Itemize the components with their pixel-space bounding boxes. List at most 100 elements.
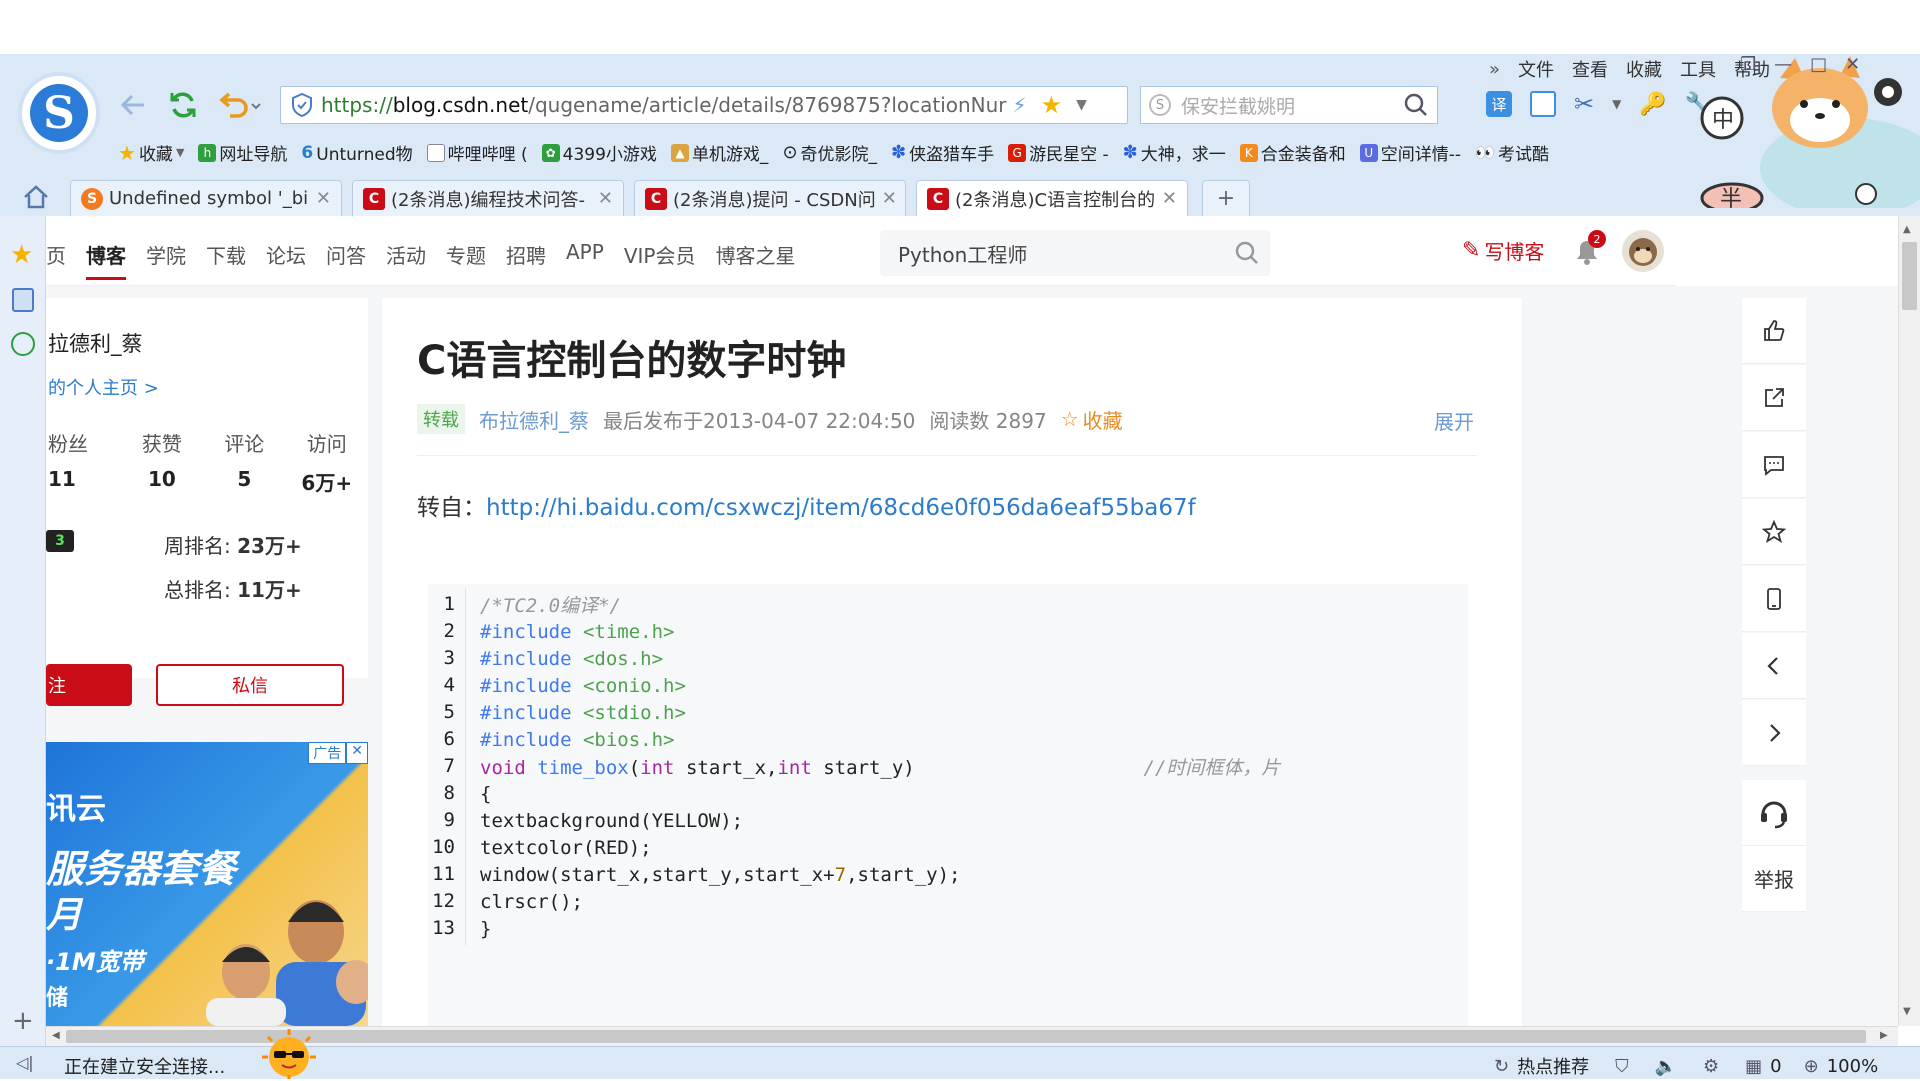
search-icon[interactable] xyxy=(1403,92,1429,118)
address-bar[interactable]: https://blog.csdn.net/qugename/article/d… xyxy=(280,86,1128,124)
bookmark-item[interactable]: ⊙ 奇优影院_ xyxy=(782,140,877,165)
menu-more-icon[interactable]: » xyxy=(1489,59,1500,80)
search-box[interactable]: S 保安拦截姚明 xyxy=(1140,86,1438,124)
menu-favorites[interactable]: 收藏 xyxy=(1626,56,1662,82)
source-url-link[interactable]: http://hi.baidu.com/csxwczj/item/68cd6e0… xyxy=(486,495,1196,521)
bookmark-item[interactable]: U 空间详情-- xyxy=(1359,140,1461,165)
restore-icon[interactable]: ❐ xyxy=(1740,54,1756,75)
nav-vip[interactable]: VIP会员 xyxy=(624,240,696,280)
vertical-scroll-thumb[interactable] xyxy=(1902,242,1917,310)
stat-likes[interactable]: 获赞 10 xyxy=(121,428,203,496)
nav-qa[interactable]: 问答 xyxy=(326,240,366,280)
maximize-icon[interactable]: □ xyxy=(1810,54,1827,75)
scroll-right-icon[interactable]: ▶ xyxy=(1880,1030,1888,1041)
url-dropdown-icon[interactable]: ▼ xyxy=(1076,97,1087,113)
zoom-icon[interactable]: ⊕ xyxy=(1804,1056,1819,1077)
close-window-icon[interactable]: ✕ xyxy=(1845,54,1860,75)
shield-status-icon[interactable]: ⛉ xyxy=(1615,1056,1629,1077)
security-shield-icon[interactable] xyxy=(289,92,315,118)
prev-article-button[interactable] xyxy=(1742,633,1806,699)
follow-button[interactable]: 注 xyxy=(46,664,132,706)
menu-file[interactable]: 文件 xyxy=(1518,56,1554,82)
reader-sidebar-icon[interactable] xyxy=(12,288,34,312)
bookmark-item[interactable]: h 网址导航 xyxy=(198,140,287,165)
history-clock-icon[interactable] xyxy=(11,332,35,356)
notification-button[interactable]: 2 xyxy=(1574,230,1606,266)
scissors-dropdown-icon[interactable]: ▼ xyxy=(1612,97,1621,111)
nav-forum[interactable]: 论坛 xyxy=(266,240,306,280)
nav-edu[interactable]: 学院 xyxy=(146,240,186,280)
comment-button[interactable] xyxy=(1742,432,1806,498)
message-button[interactable]: 私信 xyxy=(156,664,344,706)
menu-view[interactable]: 查看 xyxy=(1572,56,1608,82)
screenshot-icon[interactable] xyxy=(1530,91,1556,117)
expand-link[interactable]: 展开 xyxy=(1434,406,1474,435)
nav-blog[interactable]: 博客 xyxy=(86,240,126,280)
back-button[interactable] xyxy=(116,88,150,122)
translate-icon[interactable]: 译 xyxy=(1486,91,1512,117)
stat-comments[interactable]: 评论 5 xyxy=(203,428,285,496)
scroll-left-icon[interactable]: ◀ xyxy=(52,1030,60,1041)
lightning-icon[interactable]: ⚡ xyxy=(1013,93,1027,117)
vertical-scrollbar[interactable]: ▲ ▼ xyxy=(1898,216,1920,1026)
bookmark-item[interactable]: 6 Unturned物 xyxy=(301,140,412,166)
next-article-button[interactable] xyxy=(1742,700,1806,766)
minimize-icon[interactable]: — xyxy=(1774,54,1792,75)
author-name[interactable]: 拉德利_蔡 xyxy=(48,328,143,358)
nav-blog-star[interactable]: 博客之星 xyxy=(715,240,795,280)
stat-visits[interactable]: 访问 6万+ xyxy=(286,428,368,496)
bookmark-item[interactable]: ✽ 大神，求一 xyxy=(1123,140,1226,165)
close-icon[interactable]: ✕ xyxy=(876,188,897,209)
search-icon[interactable] xyxy=(1234,240,1260,266)
close-icon[interactable]: ✕ xyxy=(592,188,613,209)
avatar[interactable] xyxy=(1622,230,1664,272)
volume-icon[interactable]: 🔈 xyxy=(1655,1056,1677,1077)
favorites-sidebar-icon[interactable]: ★ xyxy=(10,240,33,270)
bookmark-item[interactable]: G 游民星空 - xyxy=(1008,140,1109,165)
tab-csdn-ask[interactable]: C (2条消息)提问 - CSDN问 ✕ xyxy=(634,180,906,216)
bookmark-item[interactable]: 👀 考试酷 xyxy=(1475,140,1549,165)
nav-download[interactable]: 下载 xyxy=(206,240,246,280)
scroll-down-icon[interactable]: ▼ xyxy=(1903,1006,1911,1017)
write-blog-button[interactable]: ✎ 写博客 xyxy=(1462,236,1544,265)
hot-recommend[interactable]: 热点推荐 xyxy=(1517,1053,1589,1079)
collect-button[interactable] xyxy=(1742,499,1806,565)
csdn-search-input[interactable]: Python工程师 xyxy=(880,230,1270,276)
zoom-level[interactable]: 100% xyxy=(1827,1056,1878,1077)
article-author-link[interactable]: 布拉德利_蔡 xyxy=(479,405,589,434)
nav-home[interactable]: 页 xyxy=(46,240,66,280)
like-button[interactable] xyxy=(1742,298,1806,364)
nav-app[interactable]: APP xyxy=(566,240,604,280)
sun-sunglasses-icon[interactable] xyxy=(254,1027,324,1081)
refresh-hot-icon[interactable]: ↻ xyxy=(1494,1056,1509,1077)
bookmark-item[interactable]: ✿ 4399小游戏 xyxy=(541,140,657,165)
nav-topics[interactable]: 专题 xyxy=(446,240,486,280)
scissors-icon[interactable]: ✂ xyxy=(1574,90,1594,118)
tab-csdn-article[interactable]: C (2条消息)C语言控制台的 ✕ xyxy=(916,180,1188,216)
author-home-link[interactable]: 的个人主页 > xyxy=(48,374,159,400)
sidebar-toggle-icon[interactable]: ◁| xyxy=(16,1053,34,1072)
ad-close-icon[interactable]: ✕ xyxy=(346,742,368,764)
extension-icon[interactable]: ⚙ xyxy=(1703,1056,1719,1077)
refresh-button[interactable] xyxy=(166,88,200,122)
tab-csdn-qa[interactable]: C (2条消息)编程技术问答- ✕ xyxy=(352,180,624,216)
close-icon[interactable]: ✕ xyxy=(310,188,331,209)
customer-service-button[interactable] xyxy=(1742,780,1806,846)
home-button[interactable] xyxy=(22,184,50,210)
ad-banner[interactable]: 广告 ✕ 讯云 服务器套餐 月 ·1M宽带 储 xyxy=(46,742,368,1026)
bookmark-item[interactable]: ★ 收藏 ▼ xyxy=(118,140,184,166)
search-engine-icon[interactable]: S xyxy=(1149,94,1171,116)
share-button[interactable] xyxy=(1742,365,1806,431)
stat-fans[interactable]: 粉丝 11 xyxy=(46,428,121,496)
bookmark-star-icon[interactable]: ★ xyxy=(1041,91,1063,119)
tab-undefined-symbol[interactable]: S Undefined symbol '_bi ✕ xyxy=(70,180,342,216)
bookmark-item[interactable]: ✽ 侠盗猎车手 xyxy=(891,140,994,165)
report-button[interactable]: 举报 xyxy=(1742,846,1806,912)
key-icon[interactable]: 🔑 xyxy=(1639,92,1666,117)
adblock-icon[interactable]: ▦ xyxy=(1745,1056,1762,1077)
scroll-up-icon[interactable]: ▲ xyxy=(1903,224,1911,235)
bookmark-item[interactable]: 哔哩哔哩 ( xyxy=(426,140,528,165)
undo-button[interactable] xyxy=(214,88,264,122)
horizontal-scroll-thumb[interactable] xyxy=(66,1030,1866,1043)
nav-events[interactable]: 活动 xyxy=(386,240,426,280)
